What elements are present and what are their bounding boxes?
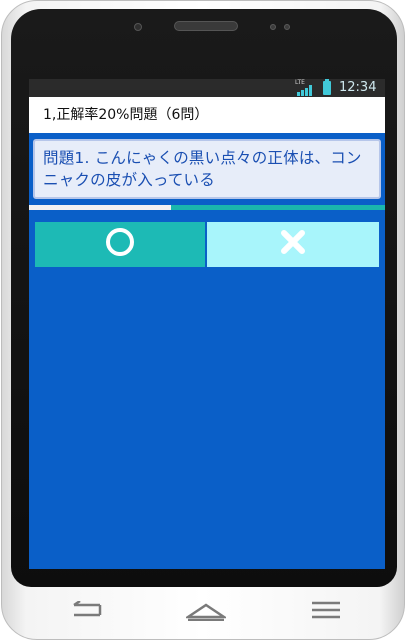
menu-icon[interactable] xyxy=(312,601,340,619)
back-arrow-icon[interactable] xyxy=(70,599,104,619)
page-title: 1,正解率20%問題（6問） xyxy=(29,97,385,133)
home-icon[interactable] xyxy=(183,601,229,622)
front-camera-icon xyxy=(134,23,142,31)
circle-icon xyxy=(105,227,135,263)
status-time: 12:34 xyxy=(339,80,377,95)
cross-icon xyxy=(279,228,307,262)
app-screen: LTE 12:34 1,正解率20%問題（6問） 問題1. こんにゃくの黒い点々… xyxy=(29,79,385,569)
phone-frame: LTE 12:34 1,正解率20%問題（6問） 問題1. こんにゃくの黒い点々… xyxy=(1,0,405,640)
light-sensor-icon xyxy=(284,24,290,30)
status-bar: LTE 12:34 xyxy=(29,79,385,97)
proximity-sensor-icon xyxy=(270,24,276,30)
quiz-progress-bar xyxy=(29,205,385,210)
question-text: 問題1. こんにゃくの黒い点々の正体は、コンニャクの皮が入っている xyxy=(33,139,381,199)
earpiece-speaker xyxy=(174,21,238,31)
signal-strength-icon xyxy=(297,85,315,96)
answer-true-button[interactable] xyxy=(35,222,205,267)
quiz-progress-fill xyxy=(29,205,172,210)
answer-false-button[interactable] xyxy=(207,222,379,267)
battery-icon xyxy=(323,79,331,95)
